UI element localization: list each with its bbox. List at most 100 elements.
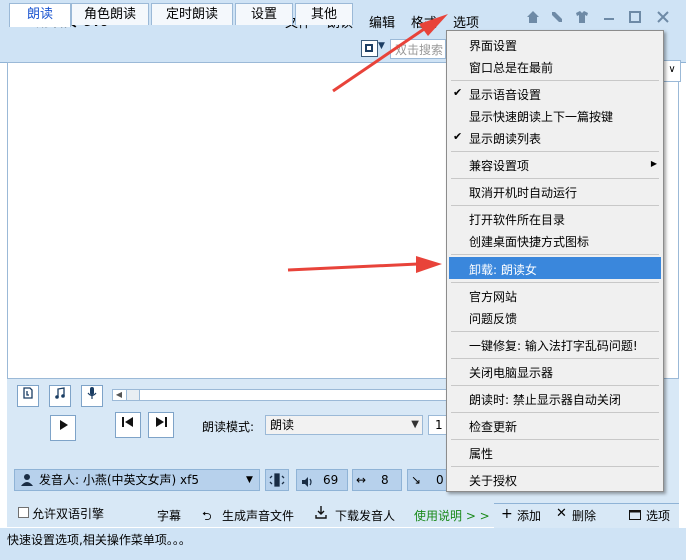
menu-item-ui-settings[interactable]: 界面设置 (469, 37, 517, 54)
shirt-icon[interactable] (573, 10, 591, 28)
read-mode-label: 朗读模式: (202, 420, 255, 434)
next-button[interactable] (148, 412, 174, 438)
search-input[interactable]: 双击搜索 (390, 39, 446, 59)
menu-item-label: 创建桌面快捷方式图标 (469, 235, 590, 249)
download-voice-button[interactable]: 下载发音人 (335, 507, 395, 524)
menu-item-label: 显示朗读列表 (469, 132, 542, 146)
tab-timed-read[interactable]: 定时朗读 (151, 3, 233, 25)
menu-separator (451, 282, 659, 283)
menu-item-license[interactable]: 关于授权 (469, 472, 517, 489)
tab-role-read[interactable]: 角色朗读 (71, 3, 149, 25)
menu-item-label: 窗口总是在最前 (469, 61, 554, 75)
menu-item-label: 界面设置 (469, 39, 518, 53)
add-button[interactable]: 添加 (517, 507, 541, 524)
menu-item-show-voice-settings[interactable]: ✔ 显示语音设置 (453, 86, 542, 103)
menu-item-show-read-list[interactable]: ✔ 显示朗读列表 (453, 130, 542, 147)
add-icon: + (501, 506, 513, 522)
menu-item-label: 关于授权 (469, 474, 518, 488)
menu-item-open-folder[interactable]: 打开软件所在目录 (469, 211, 565, 228)
tools-icon[interactable] (548, 10, 566, 28)
list-dropdown-icon[interactable]: ∨ (663, 60, 681, 82)
pitch-icon: ↘ (411, 473, 422, 487)
read-mode-select[interactable]: 朗读 ▼ (265, 415, 423, 435)
menu-separator (451, 466, 659, 467)
progress-thumb[interactable] (126, 389, 140, 401)
menu-item-check-update[interactable]: 检查更新 (469, 418, 517, 435)
options-icon (629, 509, 641, 523)
music-note-icon[interactable] (49, 385, 71, 407)
menu-format[interactable]: 格式 (411, 12, 437, 31)
menu-item-disable-autostart[interactable]: 取消开机时自动运行 (469, 184, 577, 201)
volume-value: 69 (323, 473, 339, 487)
read-mode-value: 朗读 (270, 418, 295, 432)
menu-item-turn-off-display[interactable]: 关闭电脑显示器 (469, 364, 553, 381)
speed-value: 8 (381, 473, 389, 487)
menu-item-label: 关闭电脑显示器 (469, 366, 554, 380)
usage-guide-link[interactable]: 使用说明 > > (414, 507, 490, 524)
play-button[interactable] (50, 415, 76, 441)
menu-item-label: 卸载: 朗读女 (469, 263, 537, 277)
menu-item-label: 打开软件所在目录 (469, 213, 566, 227)
microphone-icon[interactable] (81, 385, 103, 407)
menu-separator (451, 178, 659, 179)
options-button[interactable]: 选项 (646, 507, 670, 524)
voice-pick-icon[interactable] (361, 40, 378, 57)
generate-audio-icon: ⮌ (202, 509, 212, 523)
menu-separator (451, 358, 659, 359)
menu-item-desktop-shortcut[interactable]: 创建桌面快捷方式图标 (469, 233, 589, 250)
menu-separator (451, 412, 659, 413)
minimize-icon[interactable] (600, 10, 618, 28)
checkmark-icon: ✔ (453, 86, 463, 99)
menu-item-uninstall[interactable]: 卸载: 朗读女 (469, 261, 537, 278)
voice-select[interactable]: 发音人: 小燕(中英文女声) xf5 ▼ (14, 469, 260, 491)
menu-separator (451, 205, 659, 206)
read-mode-number[interactable]: 1 (428, 415, 448, 435)
menu-separator (451, 151, 659, 152)
text-file-icon[interactable] (17, 385, 39, 407)
pitch-value: 0 (436, 473, 444, 487)
menu-item-label: 问题反馈 (469, 312, 518, 326)
generate-audio-button[interactable]: 生成声音文件 (222, 507, 294, 524)
pitch-control[interactable]: ↘ 0 (407, 469, 447, 491)
tab-read[interactable]: 朗读 (9, 3, 71, 27)
volume-control[interactable]: 69 (296, 469, 348, 491)
menu-item-show-quick-keys[interactable]: 显示快速朗读上下一篇按键 (469, 108, 613, 125)
options-dropdown-menu: 界面设置 窗口总是在最前 ✔ 显示语音设置 显示快速朗读上下一篇按键 ✔ 显示朗读列… (446, 30, 664, 492)
close-icon[interactable] (654, 10, 672, 28)
chevron-down-icon: ▼ (246, 475, 253, 485)
menu-item-label: 检查更新 (469, 420, 518, 434)
menu-separator (451, 439, 659, 440)
menu-separator (451, 80, 659, 81)
maximize-icon[interactable] (626, 10, 644, 28)
progress-slider[interactable] (112, 389, 448, 401)
submenu-arrow-icon: ▶ (650, 159, 657, 168)
menu-item-fix-ime[interactable]: 一键修复: 输入法打字乱码问题! (469, 337, 638, 354)
menu-item-label: 显示快速朗读上下一篇按键 (469, 110, 614, 124)
menu-item-properties[interactable]: 属性 (469, 445, 493, 462)
menu-item-label: 显示语音设置 (469, 88, 542, 102)
speed-control[interactable]: ↔ 8 (352, 469, 402, 491)
home-icon[interactable] (524, 10, 542, 28)
bilingual-checkbox[interactable] (18, 507, 29, 518)
menu-item-label: 官方网站 (469, 290, 518, 304)
delete-button[interactable]: 删除 (572, 507, 596, 524)
menu-separator (451, 331, 659, 332)
subtitles-button[interactable]: 字幕 (157, 507, 181, 524)
bilingual-label: 允许双语引擎 (32, 507, 105, 521)
tab-other[interactable]: 其他 (295, 3, 353, 25)
checkmark-icon: ✔ (453, 130, 463, 143)
tab-settings[interactable]: 设置 (235, 3, 293, 25)
menu-edit[interactable]: 编辑 (369, 12, 395, 31)
progress-left-arrow-icon[interactable]: ◀ (113, 389, 125, 401)
previous-button[interactable] (115, 412, 141, 438)
menu-options[interactable]: 选项 (453, 12, 479, 31)
voice-pick-dropdown-icon[interactable]: ▼ (378, 41, 385, 51)
speaker-config-icon[interactable] (265, 469, 289, 491)
menu-item-keep-display-on[interactable]: 朗读时: 禁止显示器自动关闭 (469, 391, 621, 408)
menu-item-always-on-top[interactable]: 窗口总是在最前 (469, 59, 553, 76)
menu-item-official-site[interactable]: 官方网站 (469, 288, 517, 305)
menu-item-label: 一键修复: 输入法打字乱码问题! (469, 339, 638, 353)
menu-item-label: 取消开机时自动运行 (469, 186, 578, 200)
menu-item-compat-settings[interactable]: 兼容设置项 ▶ (469, 157, 657, 174)
menu-item-feedback[interactable]: 问题反馈 (469, 310, 517, 327)
